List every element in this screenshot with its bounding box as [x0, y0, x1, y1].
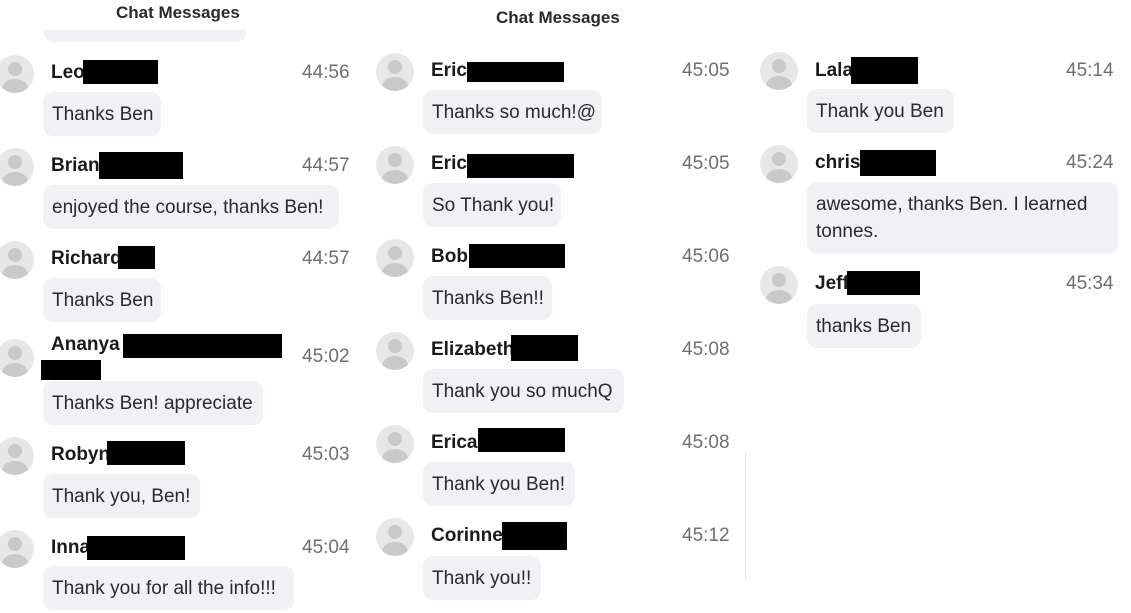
sender-name: Lala [815, 60, 854, 81]
avatar-icon [0, 339, 34, 377]
redacted-surname [118, 246, 155, 269]
message-bubble[interactable]: Thank you!! [423, 556, 541, 600]
message-bubble[interactable]: Thank you Ben! [423, 462, 575, 506]
sender-name: Robyn [51, 444, 111, 465]
message-time: 45:02 [302, 346, 350, 367]
sender-name: Ananya [51, 334, 120, 355]
sender-name: Bob [431, 246, 468, 267]
message-time: 45:14 [1066, 60, 1114, 81]
message-bubble[interactable]: thanks Ben [807, 304, 921, 348]
sender-name: Eric [431, 60, 467, 81]
redacted-surname [847, 271, 920, 295]
column-divider [745, 452, 746, 580]
message-time: 45:04 [302, 537, 350, 558]
sender-name: Eric [431, 153, 467, 174]
message-time: 44:57 [302, 155, 350, 176]
message-bubble[interactable]: Thank you so muchQ [423, 369, 624, 413]
message-bubble[interactable]: Thanks Ben [43, 278, 161, 322]
avatar-icon [376, 53, 414, 91]
redacted-surname [123, 334, 282, 358]
message-bubble[interactable]: Thanks Ben! appreciate [43, 381, 263, 425]
sender-name: chris [815, 152, 861, 173]
sender-name: Brian [51, 155, 100, 176]
avatar-icon [0, 437, 34, 475]
message-time: 45:05 [682, 60, 730, 81]
redacted-surname [467, 62, 564, 82]
message-bubble[interactable]: Thank you for all the info!!! [43, 566, 294, 610]
redacted-surname [467, 154, 574, 178]
avatar-icon [0, 148, 34, 186]
redacted-surname [99, 152, 183, 179]
message-bubble[interactable]: awesome, thanks Ben. I learned tonnes. [807, 182, 1118, 254]
redacted-surname [478, 428, 565, 452]
redacted-surname [469, 244, 565, 268]
panel-title: Chat Messages [496, 8, 620, 27]
redacted-surname [511, 335, 578, 361]
avatar-icon [376, 518, 414, 556]
message-bubble[interactable]: enjoyed the course, thanks Ben! [43, 185, 339, 229]
avatar-icon [376, 146, 414, 184]
message-time: 45:05 [682, 153, 730, 174]
sender-name: Corinne [431, 525, 503, 546]
sender-name: Inna [51, 537, 91, 558]
avatar-icon [760, 52, 798, 90]
message-time: 45:24 [1066, 152, 1114, 173]
message-time: 44:57 [302, 248, 350, 269]
previous-message-bubble [44, 30, 246, 42]
message-bubble[interactable]: Thanks Ben [43, 92, 161, 136]
message-bubble[interactable]: Thank you, Ben! [43, 474, 200, 518]
message-time: 45:08 [682, 432, 730, 453]
message-bubble[interactable]: Thanks so much!@ [423, 90, 602, 134]
avatar-icon [376, 425, 414, 463]
message-time: 44:56 [302, 62, 350, 83]
avatar-icon [760, 266, 798, 304]
message-bubble[interactable]: So Thank you! [423, 183, 561, 227]
sender-name: Richard [51, 248, 122, 269]
redacted-surname [87, 536, 185, 560]
sender-name: Erica [431, 432, 478, 453]
avatar-icon [0, 530, 34, 568]
avatar-icon [376, 332, 414, 370]
avatar-icon [376, 239, 414, 277]
avatar-icon [760, 145, 798, 183]
redacted-surname [107, 441, 185, 465]
message-time: 45:12 [682, 525, 730, 546]
avatar-icon [0, 55, 34, 93]
redacted-surname [41, 360, 101, 380]
redacted-surname [83, 60, 158, 84]
message-time: 45:34 [1066, 273, 1114, 294]
sender-name: Jeff [815, 273, 849, 294]
avatar-icon [0, 241, 34, 279]
sender-name: Elizabeth [431, 339, 515, 360]
message-bubble[interactable]: Thank you Ben [807, 89, 954, 133]
message-bubble[interactable]: Thanks Ben!! [423, 276, 552, 320]
message-time: 45:03 [302, 444, 350, 465]
message-time: 45:08 [682, 339, 730, 360]
redacted-surname [502, 522, 567, 550]
redacted-surname [860, 150, 936, 176]
redacted-surname [851, 57, 918, 84]
sender-name: Leo [51, 62, 85, 83]
message-time: 45:06 [682, 246, 730, 267]
panel-title: Chat Messages [116, 3, 240, 22]
